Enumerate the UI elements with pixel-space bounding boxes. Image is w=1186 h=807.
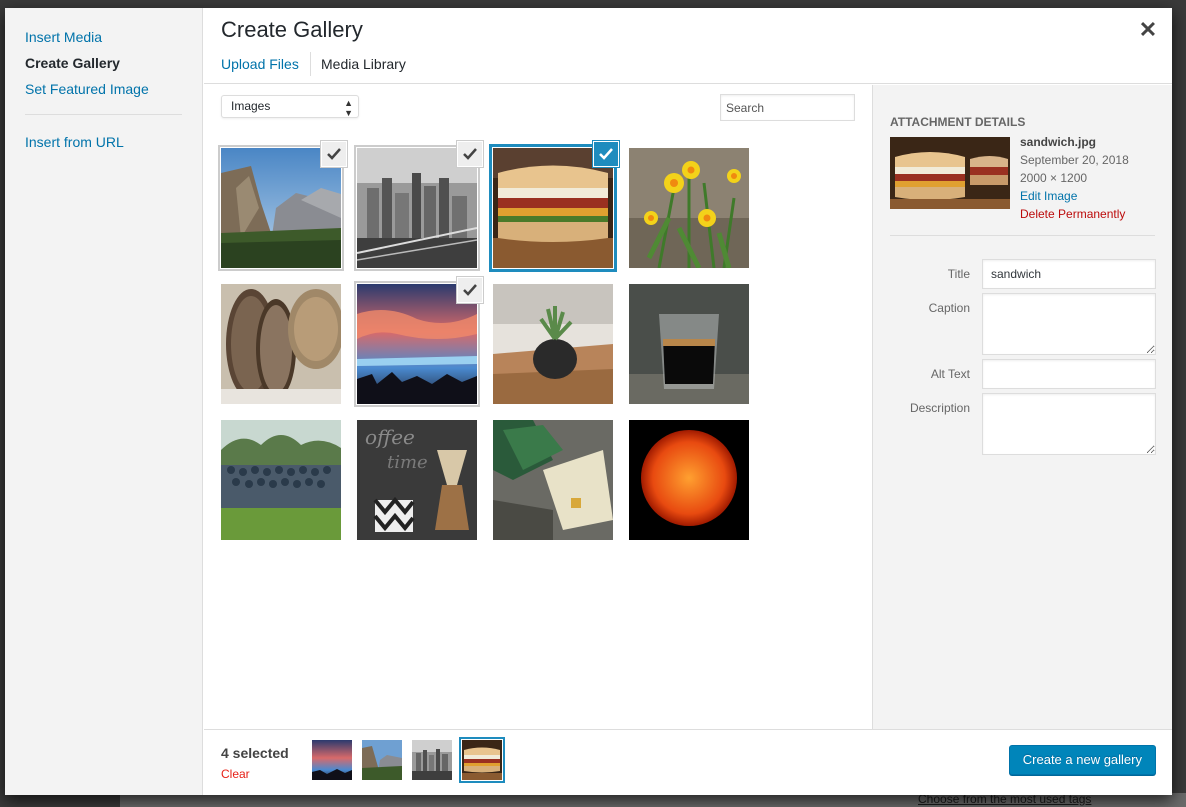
- frame-title: Create Gallery: [204, 8, 1172, 52]
- mountain-valley-mini-image: [362, 740, 402, 780]
- checkmark-icon: [463, 148, 477, 160]
- attachment-group-photo[interactable]: [221, 420, 341, 540]
- city-skyline-mini-image: [412, 740, 452, 780]
- sun-image: [629, 420, 749, 540]
- attachment-certificate[interactable]: [493, 420, 613, 540]
- sunset-mini-image: [312, 740, 352, 780]
- selection-thumb-city-skyline[interactable]: [412, 740, 452, 780]
- menu-separator: [25, 114, 182, 115]
- attachments-browser: Images ▲ ▼ Search offee time: [204, 85, 872, 729]
- caption-field[interactable]: [982, 293, 1156, 355]
- checkmark-icon: [463, 284, 477, 296]
- attachment-espresso[interactable]: [629, 284, 749, 404]
- attachment-details-thumbnail: [890, 137, 1010, 209]
- media-toolbar: 4 selected Clear Create a new gallery: [204, 729, 1172, 795]
- close-icon[interactable]: ✕: [1136, 18, 1160, 42]
- filter-selected-value: Images: [231, 99, 271, 113]
- clear-selection-link[interactable]: Clear: [221, 767, 250, 781]
- coffee-image: offee time: [357, 420, 477, 540]
- attachment-bread[interactable]: [221, 284, 341, 404]
- title-label: Title: [947, 267, 970, 281]
- attachment-date: September 20, 2018: [1020, 153, 1129, 167]
- attachment-succulent[interactable]: [493, 284, 613, 404]
- title-field[interactable]: [982, 259, 1156, 289]
- group-photo-image: [221, 420, 341, 540]
- search-input[interactable]: [720, 94, 855, 121]
- attachment-coffee[interactable]: offee time: [357, 420, 477, 540]
- attachment-check-sandwich[interactable]: [593, 141, 619, 167]
- media-router: Upload Files Media Library: [204, 52, 1172, 84]
- attachment-details-sidebar: Attachment Details sandwich.jpg Septembe…: [872, 85, 1172, 729]
- tab-media-library[interactable]: Media Library: [310, 52, 406, 76]
- selection-thumb-sunset[interactable]: [312, 740, 352, 780]
- attachment-check-mountain-valley[interactable]: [321, 141, 347, 167]
- sandwich-thumbnail-image: [890, 137, 1010, 209]
- daffodils-image: [629, 148, 749, 268]
- delete-permanently-link[interactable]: Delete Permanently: [1020, 205, 1129, 223]
- attachment-dimensions: 2000 × 1200: [1020, 171, 1088, 185]
- attachment-check-sunset[interactable]: [457, 277, 483, 303]
- succulent-image: [493, 284, 613, 404]
- selection-count: 4 selected: [221, 745, 289, 761]
- sandwich-mini-image: [462, 740, 502, 780]
- alt-text-field[interactable]: [982, 359, 1156, 389]
- tab-upload-files[interactable]: Upload Files: [221, 52, 299, 76]
- menu-item-insert-from-url[interactable]: Insert from URL: [5, 129, 202, 155]
- attachment-daffodils[interactable]: [629, 148, 749, 268]
- svg-text:time: time: [387, 452, 428, 473]
- caption-label: Caption: [928, 301, 970, 315]
- attachment-info: sandwich.jpg September 20, 2018 2000 × 1…: [1020, 133, 1129, 223]
- bread-image: [221, 284, 341, 404]
- certificate-image: [493, 420, 613, 540]
- description-label: Description: [909, 401, 970, 415]
- details-separator: [890, 235, 1155, 236]
- create-new-gallery-button[interactable]: Create a new gallery: [1008, 745, 1156, 775]
- attachment-check-city-skyline[interactable]: [457, 141, 483, 167]
- page-title: Create Gallery: [221, 17, 363, 42]
- description-field[interactable]: [982, 393, 1156, 455]
- checkmark-icon: [599, 148, 613, 160]
- espresso-image: [629, 284, 749, 404]
- alt-text-label: Alt Text: [930, 367, 970, 381]
- menu-item-create-gallery[interactable]: Create Gallery: [5, 50, 202, 76]
- media-menu: Insert Media Create Gallery Set Featured…: [5, 8, 203, 795]
- media-type-filter[interactable]: Images ▲ ▼: [221, 95, 359, 118]
- menu-item-insert-media[interactable]: Insert Media: [5, 24, 202, 50]
- selection-thumb-sandwich[interactable]: [459, 737, 505, 783]
- edit-image-link[interactable]: Edit Image: [1020, 187, 1129, 205]
- attachment-filename: sandwich.jpg: [1020, 135, 1097, 149]
- svg-text:offee: offee: [365, 425, 415, 449]
- selection-thumb-mountain-valley[interactable]: [362, 740, 402, 780]
- media-modal: Insert Media Create Gallery Set Featured…: [5, 8, 1172, 795]
- menu-item-set-featured-image[interactable]: Set Featured Image: [5, 76, 202, 102]
- checkmark-icon: [327, 148, 341, 160]
- attachment-details-heading: Attachment Details: [890, 115, 1026, 129]
- select-arrows-icon: ▲ ▼: [344, 98, 353, 118]
- attachment-sun[interactable]: [629, 420, 749, 540]
